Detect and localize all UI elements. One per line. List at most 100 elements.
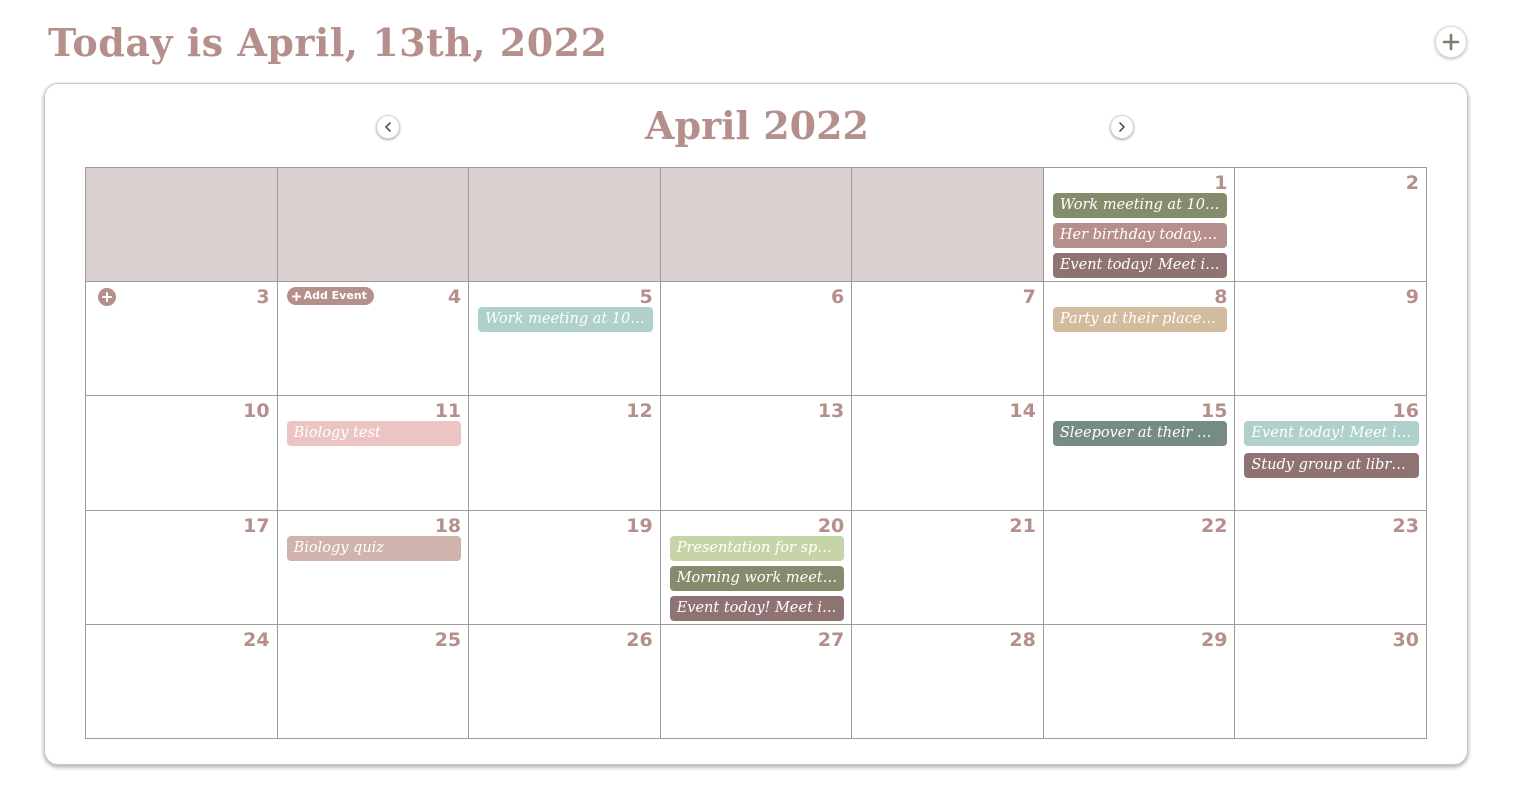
- day-cell-15[interactable]: 15 Sleepover at their hou...: [1043, 396, 1236, 511]
- day-cell-5[interactable]: 5 Work meeting at 10:30...: [469, 282, 661, 397]
- day-cell-6[interactable]: 6: [660, 282, 853, 397]
- day-cell-1[interactable]: 1 Work meeting at 10:30... Her birthday to…: [1043, 168, 1236, 283]
- day-number: 16: [1392, 400, 1419, 423]
- day-cell-empty: [86, 168, 278, 283]
- page-title: Today is April, 13th, 2022: [48, 20, 608, 65]
- day-cell-2[interactable]: 2: [1235, 168, 1427, 283]
- chevron-right-icon: [1119, 122, 1125, 132]
- day-number: 28: [1009, 628, 1036, 651]
- day-number: 25: [434, 628, 462, 651]
- day-cell-9[interactable]: 9: [1235, 282, 1427, 397]
- day-cell-24[interactable]: 24: [86, 624, 278, 739]
- event-chip[interactable]: Work meeting at 10:30...: [1052, 193, 1228, 218]
- add-event-label: Add Event: [303, 289, 367, 303]
- event-chip[interactable]: Event today! Meet in...: [1052, 253, 1228, 278]
- day-number: 2: [1405, 172, 1419, 194]
- day-cell-empty: [660, 168, 853, 283]
- day-cell-20[interactable]: 20 Presentation for span... Morning work m…: [660, 510, 853, 625]
- day-cell-empty: [469, 168, 661, 283]
- add-event-pill-button[interactable]: Add Event: [286, 287, 374, 306]
- day-number: 10: [243, 400, 270, 423]
- event-chip[interactable]: Sleepover at their hou...: [1052, 421, 1228, 447]
- event-chip[interactable]: Biology quiz: [286, 535, 462, 561]
- month-title: April 2022: [645, 103, 869, 148]
- day-number: 29: [1200, 628, 1228, 651]
- day-cell-8[interactable]: 8 Party at their place, b...: [1043, 282, 1236, 397]
- day-number: 24: [243, 628, 270, 651]
- day-cell-10[interactable]: 10: [86, 396, 278, 511]
- day-number: 30: [1392, 628, 1419, 651]
- day-number: 17: [243, 514, 270, 537]
- day-cell-3[interactable]: 3: [86, 282, 278, 397]
- calendar-grid: 1 Work meeting at 10:30... Her birthday to…: [85, 167, 1427, 739]
- day-number: 19: [626, 514, 653, 537]
- event-list: Party at their place, b...: [1052, 307, 1228, 333]
- event-list: Biology test: [286, 421, 462, 447]
- day-number: 15: [1200, 400, 1228, 423]
- event-list: Presentation for span... Morning work mee…: [669, 535, 845, 621]
- plus-icon: [291, 291, 301, 301]
- next-month-button[interactable]: [1110, 115, 1134, 139]
- day-cell-28[interactable]: 28: [852, 624, 1044, 739]
- day-cell-12[interactable]: 12: [469, 396, 661, 511]
- event-list: Work meeting at 10:30... Her birthday tod…: [1052, 193, 1228, 278]
- day-number: 3: [256, 286, 270, 309]
- event-chip[interactable]: Her birthday today, b...: [1052, 223, 1228, 248]
- day-number: 7: [1022, 286, 1036, 309]
- event-chip[interactable]: Work meeting at 10:30...: [478, 307, 653, 333]
- event-list: Event today! Meet in... Study group at li…: [1244, 421, 1419, 479]
- add-event-button[interactable]: [1435, 26, 1467, 58]
- day-number: 18: [434, 514, 462, 537]
- day-number: 22: [1200, 514, 1228, 537]
- day-cell-29[interactable]: 29: [1043, 624, 1236, 739]
- day-number: 6: [831, 286, 845, 309]
- day-cell-empty: [277, 168, 470, 283]
- day-cell-26[interactable]: 26: [469, 624, 661, 739]
- day-number: 4: [447, 286, 462, 309]
- event-list: Biology quiz: [286, 535, 462, 561]
- event-chip[interactable]: Event today! Meet in...: [669, 595, 845, 621]
- event-chip[interactable]: Presentation for span...: [669, 535, 845, 561]
- day-cell-11[interactable]: 11 Biology test: [277, 396, 470, 511]
- plus-icon: [1442, 33, 1460, 51]
- event-list: Work meeting at 10:30...: [478, 307, 653, 333]
- day-cell-22[interactable]: 22: [1043, 510, 1236, 625]
- prev-month-button[interactable]: [376, 115, 400, 139]
- event-chip[interactable]: Morning work meetin...: [669, 565, 845, 591]
- day-number: 21: [1009, 514, 1036, 537]
- day-number: 12: [626, 400, 653, 423]
- event-chip[interactable]: Study group at library: [1244, 453, 1419, 479]
- day-cell-empty: [852, 168, 1044, 283]
- day-number: 23: [1392, 514, 1419, 537]
- day-cell-13[interactable]: 13: [660, 396, 853, 511]
- day-cell-18[interactable]: 18 Biology quiz: [277, 510, 470, 625]
- day-number: 1: [1214, 172, 1228, 194]
- add-event-circle-button[interactable]: [98, 288, 116, 307]
- event-chip[interactable]: Party at their place, b...: [1052, 307, 1228, 333]
- day-cell-4[interactable]: 4 Add Event: [277, 282, 470, 397]
- day-cell-7[interactable]: 7: [852, 282, 1044, 397]
- plus-icon: [102, 292, 112, 303]
- day-cell-23[interactable]: 23: [1235, 510, 1427, 625]
- day-number: 5: [639, 286, 653, 309]
- day-number: 26: [626, 628, 653, 651]
- day-cell-30[interactable]: 30: [1235, 624, 1427, 739]
- day-number: 9: [1405, 286, 1419, 309]
- day-cell-21[interactable]: 21: [852, 510, 1044, 625]
- chevron-left-icon: [385, 122, 391, 132]
- day-number: 20: [817, 514, 845, 537]
- event-list: Sleepover at their hou...: [1052, 421, 1228, 447]
- event-chip[interactable]: Event today! Meet in...: [1244, 421, 1419, 447]
- day-number: 13: [817, 400, 845, 423]
- day-cell-19[interactable]: 19: [469, 510, 661, 625]
- event-chip[interactable]: Biology test: [286, 421, 462, 447]
- day-cell-17[interactable]: 17: [86, 510, 278, 625]
- day-number: 27: [817, 628, 845, 651]
- day-cell-14[interactable]: 14: [852, 396, 1044, 511]
- day-cell-16[interactable]: 16 Event today! Meet in... Study group at …: [1235, 396, 1427, 511]
- day-cell-25[interactable]: 25: [277, 624, 470, 739]
- day-number: 11: [434, 400, 462, 423]
- day-cell-27[interactable]: 27: [660, 624, 853, 739]
- day-number: 8: [1214, 286, 1228, 309]
- day-number: 14: [1009, 400, 1036, 423]
